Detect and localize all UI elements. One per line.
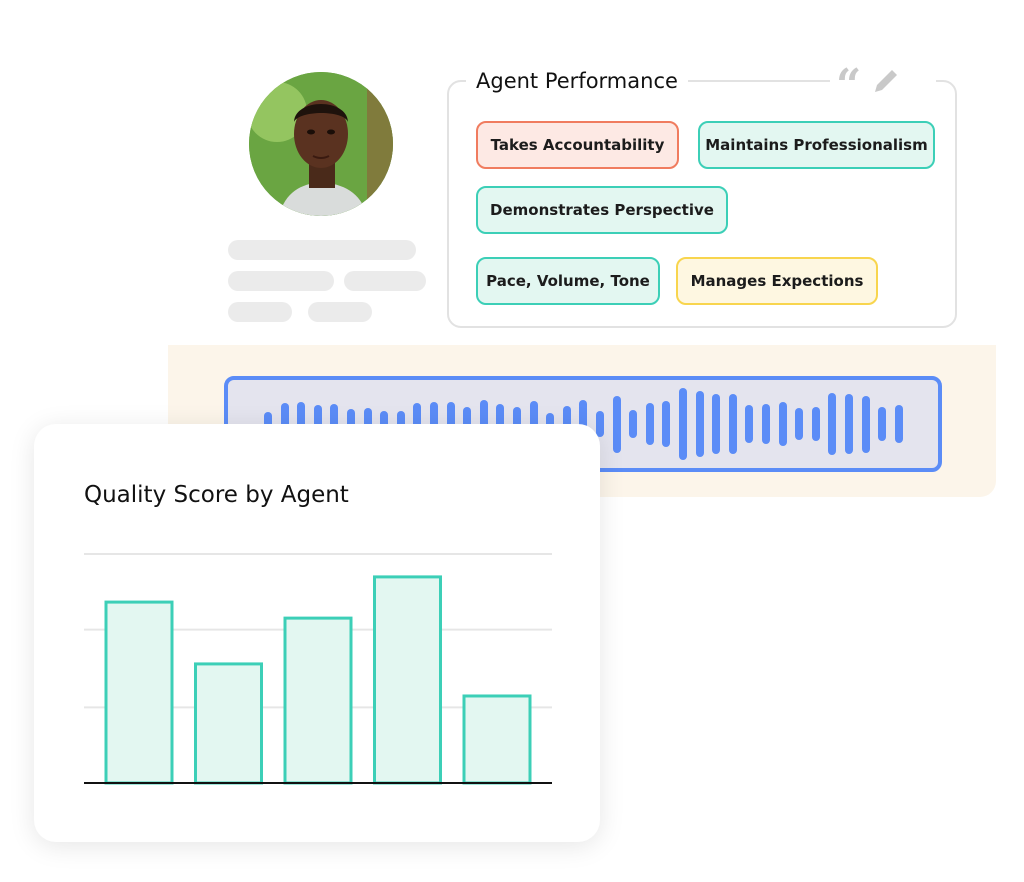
waveform-bar [662, 401, 671, 447]
performance-card-actions: “ [830, 64, 936, 108]
chart-bar-1[interactable] [104, 600, 174, 785]
chip-label: Maintains Professionalism [705, 136, 928, 154]
chip-demonstrates-perspective[interactable]: Demonstrates Perspective [476, 186, 728, 234]
quality-score-bar-chart [84, 553, 552, 785]
chip-maintains-professionalism[interactable]: Maintains Professionalism [698, 121, 935, 169]
placeholder-line [308, 302, 372, 322]
waveform-bar [612, 395, 621, 453]
avatar-photo [249, 72, 393, 216]
waveform-bar [728, 394, 737, 454]
chip-label: Pace, Volume, Tone [486, 272, 650, 290]
chart-bar-4[interactable] [373, 575, 442, 785]
performance-card-title: Agent Performance [466, 66, 688, 96]
waveform-bar [679, 387, 687, 461]
waveform-bar [712, 393, 721, 455]
waveform-bar [811, 406, 820, 442]
chip-manages-expections[interactable]: Manages Expections [676, 257, 878, 305]
waveform-bar [845, 393, 853, 455]
placeholder-line [228, 271, 334, 291]
placeholder-line [344, 271, 426, 291]
chip-label: Takes Accountability [490, 136, 665, 154]
placeholder-line [228, 240, 416, 260]
chip-takes-accountability[interactable]: Takes Accountability [476, 121, 679, 169]
chip-pace-volume-tone[interactable]: Pace, Volume, Tone [476, 257, 660, 305]
quote-icon[interactable]: “ [836, 64, 861, 108]
chip-label: Demonstrates Perspective [490, 201, 714, 219]
chip-label: Manages Expections [690, 272, 864, 290]
waveform-bar [894, 405, 903, 443]
waveform-bar [878, 406, 887, 442]
pencil-icon[interactable] [871, 66, 901, 96]
waveform-bar [778, 401, 787, 447]
placeholder-line [228, 302, 292, 322]
chart-bar-2[interactable] [194, 662, 263, 785]
waveform-bar [645, 403, 654, 445]
waveform-bar [861, 395, 870, 453]
waveform-bar [629, 409, 638, 439]
waveform-bar [828, 392, 837, 456]
chart-bar-3[interactable] [283, 616, 353, 785]
waveform-bar [695, 390, 704, 458]
waveform-bar [762, 404, 770, 444]
quality-score-chart-card: Quality Score by Agent [34, 424, 600, 842]
waveform-bar [745, 405, 754, 443]
agent-avatar [249, 72, 393, 216]
chart-bar-5[interactable] [462, 694, 532, 785]
waveform-bar [795, 408, 804, 440]
